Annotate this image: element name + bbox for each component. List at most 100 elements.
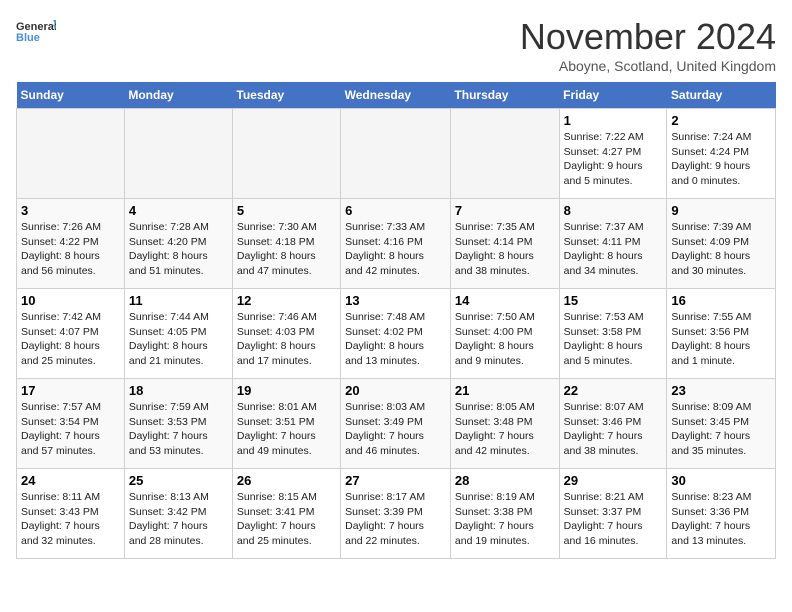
day-number: 25 bbox=[129, 473, 228, 488]
day-info: Sunrise: 7:39 AMSunset: 4:09 PMDaylight:… bbox=[671, 220, 771, 279]
day-number: 1 bbox=[564, 113, 663, 128]
day-info: Sunrise: 8:17 AMSunset: 3:39 PMDaylight:… bbox=[345, 490, 446, 549]
day-number: 18 bbox=[129, 383, 228, 398]
calendar-cell-w1-d3 bbox=[341, 109, 451, 199]
day-number: 13 bbox=[345, 293, 446, 308]
calendar-cell-w1-d1 bbox=[124, 109, 232, 199]
day-number: 8 bbox=[564, 203, 663, 218]
day-number: 23 bbox=[671, 383, 771, 398]
logo: General Blue bbox=[16, 16, 56, 52]
day-number: 12 bbox=[237, 293, 336, 308]
location: Aboyne, Scotland, United Kingdom bbox=[520, 58, 776, 74]
day-number: 29 bbox=[564, 473, 663, 488]
calendar-cell-w5-d5: 29 Sunrise: 8:21 AMSunset: 3:37 PMDayligh… bbox=[559, 469, 667, 559]
day-number: 30 bbox=[671, 473, 771, 488]
calendar-cell-w2-d3: 6Sunrise: 7:33 AMSunset: 4:16 PMDaylight… bbox=[341, 199, 451, 289]
calendar-cell-w3-d0: 10 Sunrise: 7:42 AMSunset: 4:07 PMDayligh… bbox=[17, 289, 125, 379]
day-number: 20 bbox=[345, 383, 446, 398]
calendar-cell-w2-d1: 4 Sunrise: 7:28 AMSunset: 4:20 PMDaylight… bbox=[124, 199, 232, 289]
day-info: Sunrise: 7:28 AMSunset: 4:20 PMDaylight:… bbox=[129, 220, 228, 279]
calendar-cell-w5-d1: 25 Sunrise: 8:13 AMSunset: 3:42 PMDayligh… bbox=[124, 469, 232, 559]
day-number: 16 bbox=[671, 293, 771, 308]
week-row-5: 24 Sunrise: 8:11 AMSunset: 3:43 PMDayligh… bbox=[17, 469, 776, 559]
calendar-cell-w4-d6: 23 Sunrise: 8:09 AMSunset: 3:45 PMDayligh… bbox=[667, 379, 776, 469]
calendar-cell-w3-d4: 14Sunrise: 7:50 AMSunset: 4:00 PMDayligh… bbox=[450, 289, 559, 379]
day-info: Sunrise: 7:22 AMSunset: 4:27 PMDaylight:… bbox=[564, 130, 663, 189]
calendar-cell-w1-d4 bbox=[450, 109, 559, 199]
day-number: 10 bbox=[21, 293, 120, 308]
weekday-header-sunday: Sunday bbox=[17, 82, 125, 109]
day-info: Sunrise: 8:13 AMSunset: 3:42 PMDaylight:… bbox=[129, 490, 228, 549]
day-info: Sunrise: 7:26 AMSunset: 4:22 PMDaylight:… bbox=[21, 220, 120, 279]
week-row-1: 1 Sunrise: 7:22 AMSunset: 4:27 PMDaylight… bbox=[17, 109, 776, 199]
calendar-cell-w4-d0: 17Sunrise: 7:57 AMSunset: 3:54 PMDayligh… bbox=[17, 379, 125, 469]
day-info: Sunrise: 8:05 AMSunset: 3:48 PMDaylight:… bbox=[455, 400, 555, 459]
day-info: Sunrise: 7:55 AMSunset: 3:56 PMDaylight:… bbox=[671, 310, 771, 369]
calendar-cell-w1-d5: 1 Sunrise: 7:22 AMSunset: 4:27 PMDaylight… bbox=[559, 109, 667, 199]
day-info: Sunrise: 8:15 AMSunset: 3:41 PMDaylight:… bbox=[237, 490, 336, 549]
calendar-cell-w3-d5: 15 Sunrise: 7:53 AMSunset: 3:58 PMDayligh… bbox=[559, 289, 667, 379]
day-info: Sunrise: 8:23 AMSunset: 3:36 PMDaylight:… bbox=[671, 490, 771, 549]
weekday-header-monday: Monday bbox=[124, 82, 232, 109]
day-info: Sunrise: 8:03 AMSunset: 3:49 PMDaylight:… bbox=[345, 400, 446, 459]
day-number: 19 bbox=[237, 383, 336, 398]
weekday-header-row: SundayMondayTuesdayWednesdayThursdayFrid… bbox=[17, 82, 776, 109]
day-number: 7 bbox=[455, 203, 555, 218]
title-area: November 2024 Aboyne, Scotland, United K… bbox=[520, 16, 776, 74]
day-info: Sunrise: 7:46 AMSunset: 4:03 PMDaylight:… bbox=[237, 310, 336, 369]
calendar-cell-w5-d6: 30 Sunrise: 8:23 AMSunset: 3:36 PMDayligh… bbox=[667, 469, 776, 559]
day-number: 14 bbox=[455, 293, 555, 308]
calendar-cell-w5-d3: 27 Sunrise: 8:17 AMSunset: 3:39 PMDayligh… bbox=[341, 469, 451, 559]
day-info: Sunrise: 8:09 AMSunset: 3:45 PMDaylight:… bbox=[671, 400, 771, 459]
week-row-3: 10 Sunrise: 7:42 AMSunset: 4:07 PMDayligh… bbox=[17, 289, 776, 379]
day-number: 15 bbox=[564, 293, 663, 308]
day-info: Sunrise: 7:42 AMSunset: 4:07 PMDaylight:… bbox=[21, 310, 120, 369]
week-row-2: 3 Sunrise: 7:26 AMSunset: 4:22 PMDaylight… bbox=[17, 199, 776, 289]
day-number: 4 bbox=[129, 203, 228, 218]
weekday-header-friday: Friday bbox=[559, 82, 667, 109]
day-info: Sunrise: 8:07 AMSunset: 3:46 PMDaylight:… bbox=[564, 400, 663, 459]
calendar-cell-w4-d1: 18Sunrise: 7:59 AMSunset: 3:53 PMDayligh… bbox=[124, 379, 232, 469]
day-number: 5 bbox=[237, 203, 336, 218]
calendar-cell-w5-d4: 28 Sunrise: 8:19 AMSunset: 3:38 PMDayligh… bbox=[450, 469, 559, 559]
weekday-header-wednesday: Wednesday bbox=[341, 82, 451, 109]
calendar-cell-w5-d2: 26Sunrise: 8:15 AMSunset: 3:41 PMDayligh… bbox=[232, 469, 340, 559]
calendar-cell-w2-d2: 5 Sunrise: 7:30 AMSunset: 4:18 PMDaylight… bbox=[232, 199, 340, 289]
day-info: Sunrise: 7:30 AMSunset: 4:18 PMDaylight:… bbox=[237, 220, 336, 279]
day-info: Sunrise: 8:21 AMSunset: 3:37 PMDaylight:… bbox=[564, 490, 663, 549]
calendar-cell-w2-d6: 9 Sunrise: 7:39 AMSunset: 4:09 PMDaylight… bbox=[667, 199, 776, 289]
day-number: 21 bbox=[455, 383, 555, 398]
day-number: 2 bbox=[671, 113, 771, 128]
day-info: Sunrise: 7:53 AMSunset: 3:58 PMDaylight:… bbox=[564, 310, 663, 369]
calendar-cell-w3-d2: 12 Sunrise: 7:46 AMSunset: 4:03 PMDayligh… bbox=[232, 289, 340, 379]
month-title: November 2024 bbox=[520, 16, 776, 58]
header: General Blue November 2024 Aboyne, Scotl… bbox=[16, 16, 776, 74]
calendar-cell-w1-d6: 2Sunrise: 7:24 AMSunset: 4:24 PMDaylight… bbox=[667, 109, 776, 199]
calendar-cell-w1-d0 bbox=[17, 109, 125, 199]
day-info: Sunrise: 8:11 AMSunset: 3:43 PMDaylight:… bbox=[21, 490, 120, 549]
calendar-cell-w4-d3: 20 Sunrise: 8:03 AMSunset: 3:49 PMDayligh… bbox=[341, 379, 451, 469]
calendar-cell-w2-d4: 7 Sunrise: 7:35 AMSunset: 4:14 PMDaylight… bbox=[450, 199, 559, 289]
calendar-cell-w3-d6: 16 Sunrise: 7:55 AMSunset: 3:56 PMDayligh… bbox=[667, 289, 776, 379]
day-info: Sunrise: 7:35 AMSunset: 4:14 PMDaylight:… bbox=[455, 220, 555, 279]
day-info: Sunrise: 7:44 AMSunset: 4:05 PMDaylight:… bbox=[129, 310, 228, 369]
logo-svg: General Blue bbox=[16, 16, 56, 52]
day-info: Sunrise: 8:19 AMSunset: 3:38 PMDaylight:… bbox=[455, 490, 555, 549]
calendar-cell-w2-d0: 3 Sunrise: 7:26 AMSunset: 4:22 PMDaylight… bbox=[17, 199, 125, 289]
day-number: 24 bbox=[21, 473, 120, 488]
day-number: 28 bbox=[455, 473, 555, 488]
calendar-cell-w3-d3: 13Sunrise: 7:48 AMSunset: 4:02 PMDayligh… bbox=[341, 289, 451, 379]
weekday-header-saturday: Saturday bbox=[667, 82, 776, 109]
day-number: 27 bbox=[345, 473, 446, 488]
day-number: 3 bbox=[21, 203, 120, 218]
weekday-header-thursday: Thursday bbox=[450, 82, 559, 109]
calendar-cell-w1-d2 bbox=[232, 109, 340, 199]
day-number: 11 bbox=[129, 293, 228, 308]
weekday-header-tuesday: Tuesday bbox=[232, 82, 340, 109]
calendar-cell-w3-d1: 11 Sunrise: 7:44 AMSunset: 4:05 PMDayligh… bbox=[124, 289, 232, 379]
day-number: 17 bbox=[21, 383, 120, 398]
calendar-cell-w4-d5: 22Sunrise: 8:07 AMSunset: 3:46 PMDayligh… bbox=[559, 379, 667, 469]
calendar-table: SundayMondayTuesdayWednesdayThursdayFrid… bbox=[16, 82, 776, 559]
calendar-cell-w4-d2: 19Sunrise: 8:01 AMSunset: 3:51 PMDayligh… bbox=[232, 379, 340, 469]
day-number: 9 bbox=[671, 203, 771, 218]
